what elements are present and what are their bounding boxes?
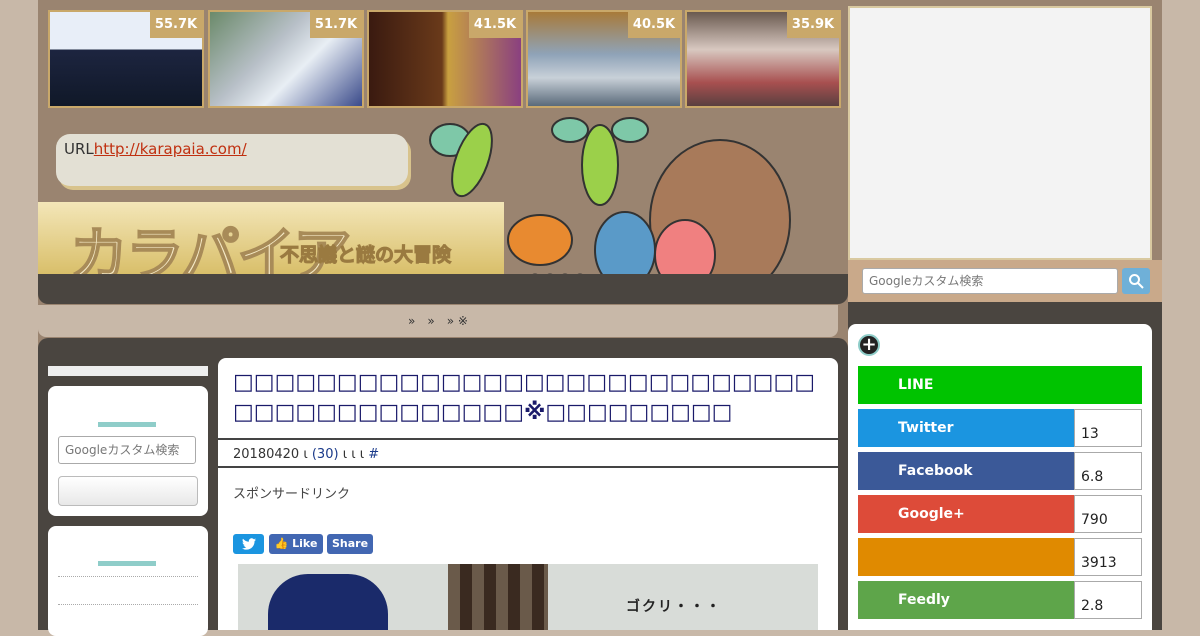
social-count: 790 [1074, 495, 1142, 533]
social-row[interactable]: Twitter 13 [858, 409, 1142, 447]
social-count: 2.8 [1074, 581, 1142, 619]
search-button[interactable] [1122, 268, 1150, 294]
url-box: URLhttp://karapaia.com/ [56, 134, 408, 186]
url-prefix: URL [64, 140, 94, 158]
plus-icon[interactable]: + [858, 334, 880, 356]
social-row[interactable]: Feedly 2.8 [858, 581, 1142, 619]
divider [58, 576, 198, 577]
thumbnail-4[interactable]: 40.5K [526, 10, 682, 108]
like-label: Like [292, 537, 318, 550]
popular-thumbnails: 55.7K 51.7K 41.5K 40.5K 35.9K [48, 10, 841, 108]
social-label[interactable]: Facebook [858, 452, 1074, 490]
social-count: 13 [1074, 409, 1142, 447]
divider [58, 604, 198, 605]
social-label[interactable]: LINE [858, 366, 1142, 404]
view-count-badge: 55.7K [150, 12, 202, 38]
thumbnail-5[interactable]: 35.9K [685, 10, 841, 108]
thumbnail-3[interactable]: 41.5K [367, 10, 523, 108]
social-row[interactable]: Google+ 790 [858, 495, 1142, 533]
meta-separator: ι ι ι [342, 447, 365, 462]
social-row[interactable]: LINE [858, 366, 1142, 404]
view-count-badge: 41.5K [469, 12, 521, 38]
article-title[interactable]: □□□□□□□□□□□□□□□□□□□□□□□□□□□□□□□□□□□□□□□□… [233, 368, 823, 428]
site-url-link[interactable]: http://karapaia.com/ [94, 140, 247, 158]
site-tagline: 不思議と謎の大冒険 [279, 244, 452, 267]
image-mosaic [448, 564, 548, 630]
article-card: □□□□□□□□□□□□□□□□□□□□□□□□□□□□□□□□□□□□□□□□… [218, 358, 838, 630]
thumbs-up-icon: 👍 [274, 537, 289, 550]
url-label: URLhttp://karapaia.com/ [64, 140, 247, 158]
thumbnail-2[interactable]: 51.7K [208, 10, 364, 108]
widget-accent-line [98, 561, 156, 566]
social-row[interactable]: 3913 [858, 538, 1142, 576]
article-meta: 20180420 ι (30) ι ι ι # [218, 438, 838, 468]
widget-accent-line [98, 422, 156, 427]
social-label[interactable]: Feedly [858, 581, 1074, 619]
social-label[interactable]: Google+ [858, 495, 1074, 533]
social-label[interactable]: Twitter [858, 409, 1074, 447]
facebook-like-button[interactable]: 👍 Like [269, 534, 323, 554]
left-search-input[interactable]: Googleカスタム検索 [58, 436, 196, 464]
social-label[interactable] [858, 538, 1074, 576]
left-search-widget: Googleカスタム検索 [48, 386, 208, 516]
article-image: ゴクリ・・・ [238, 564, 818, 630]
view-count-badge: 35.9K [787, 12, 839, 38]
meta-separator: ι [303, 447, 308, 462]
image-figure [268, 574, 388, 630]
comment-count[interactable]: (30) [312, 447, 339, 462]
facebook-share-button[interactable]: Share [327, 534, 373, 554]
right-search-input[interactable]: Googleカスタム検索 [862, 268, 1118, 294]
breadcrumb[interactable]: » » » ※ [38, 305, 838, 337]
left-widget-2 [48, 526, 208, 636]
social-row[interactable]: Facebook 6.8 [858, 452, 1142, 490]
hash-link[interactable]: # [368, 447, 379, 462]
ad-slot [848, 6, 1152, 260]
sponsor-label: スポンサードリンク [233, 487, 351, 502]
twitter-icon [241, 538, 256, 550]
view-count-badge: 40.5K [628, 12, 680, 38]
social-count: 6.8 [1074, 452, 1142, 490]
article-date: 20180420 [233, 447, 300, 462]
left-search-button[interactable] [58, 476, 198, 506]
thumbnail-1[interactable]: 55.7K [48, 10, 204, 108]
image-caption: ゴクリ・・・ [626, 599, 722, 615]
left-sidebar-top-bar [48, 366, 208, 376]
social-count: 3913 [1074, 538, 1142, 576]
view-count-badge: 51.7K [310, 12, 362, 38]
header-bottom-bar [38, 274, 848, 304]
twitter-share-button[interactable] [233, 534, 264, 554]
search-icon [1129, 274, 1144, 289]
